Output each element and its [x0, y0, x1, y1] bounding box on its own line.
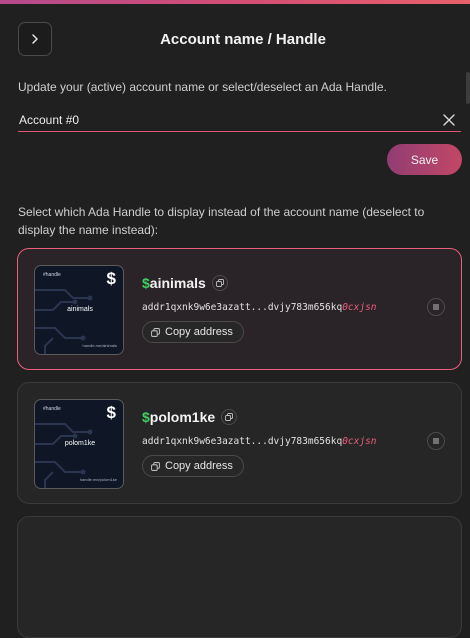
handle-select-description: Select which Ada Handle to display inste… [18, 205, 425, 237]
scrollbar[interactable] [466, 72, 470, 104]
copy-handle-button[interactable] [211, 275, 228, 291]
thumb-handle-name: ainimals [67, 306, 93, 313]
thumb-dollar: $ [106, 269, 116, 288]
copy-address-label: Copy address [165, 326, 233, 338]
account-name-field [18, 110, 461, 132]
copy-address-button[interactable]: Copy address [142, 321, 244, 343]
wallet-address: addr1qxnk9w6e3azatt...dvjy783m656kq0cxjs… [142, 436, 377, 447]
menu-button[interactable] [427, 432, 445, 450]
copy-icon [225, 413, 234, 421]
address-suffix: 0cxjsn [342, 302, 377, 313]
thumb-brand: #handle [43, 272, 61, 278]
page-title: Account name / Handle [160, 31, 326, 48]
copy-icon [151, 461, 160, 471]
copy-address-label: Copy address [165, 460, 233, 472]
menu-icon [433, 304, 439, 310]
handle-card-polom1ke[interactable]: #handle $ polom1ke handle.me/polom1ke $p… [17, 382, 462, 504]
handle-name-row: $polom1ke [142, 409, 238, 425]
thumb-dollar: $ [106, 403, 116, 422]
menu-icon [433, 438, 439, 444]
menu-button[interactable] [427, 298, 445, 316]
handle-dollar-sign: $ [142, 409, 150, 425]
copy-address-button[interactable]: Copy address [142, 455, 244, 477]
handle-name-text: polom1ke [149, 409, 216, 425]
top-accent-bar [0, 0, 470, 4]
thumb-brand: #handle [43, 406, 61, 412]
close-icon[interactable] [441, 112, 457, 128]
wallet-address: addr1qxnk9w6e3azatt...dvjy783m656kq0cxjs… [142, 302, 377, 313]
thumb-url: handle.me/ainimals [82, 343, 117, 348]
handle-dollar-sign: $ [142, 275, 150, 291]
thumb-url: handle.me/polom1ke [79, 477, 117, 482]
handle-name-text: ainimals [149, 275, 206, 291]
handle-name: $ainimals [142, 275, 206, 291]
handle-card-ainimals[interactable]: #handle $ ainimals handle.me/ainimals $a… [17, 248, 462, 370]
account-name-input[interactable] [19, 112, 419, 128]
handle-name: $polom1ke [142, 409, 215, 425]
copy-icon [215, 279, 224, 287]
handle-card-partial[interactable] [17, 516, 462, 638]
address-suffix: 0cxjsn [342, 436, 377, 447]
handle-thumbnail: #handle $ ainimals handle.me/ainimals [34, 265, 124, 355]
account-name-description: Update your (active) account name or sel… [18, 80, 387, 94]
save-button[interactable]: Save [387, 144, 462, 175]
handle-thumbnail: #handle $ polom1ke handle.me/polom1ke [34, 399, 124, 489]
copy-handle-button[interactable] [221, 409, 238, 425]
address-prefix: addr1qxnk9w6e3azatt...dvjy783m656kq [142, 436, 343, 447]
handle-name-row: $ainimals [142, 275, 228, 291]
copy-icon [151, 327, 160, 337]
address-prefix: addr1qxnk9w6e3azatt...dvjy783m656kq [142, 302, 343, 313]
thumb-handle-name: polom1ke [64, 440, 96, 447]
